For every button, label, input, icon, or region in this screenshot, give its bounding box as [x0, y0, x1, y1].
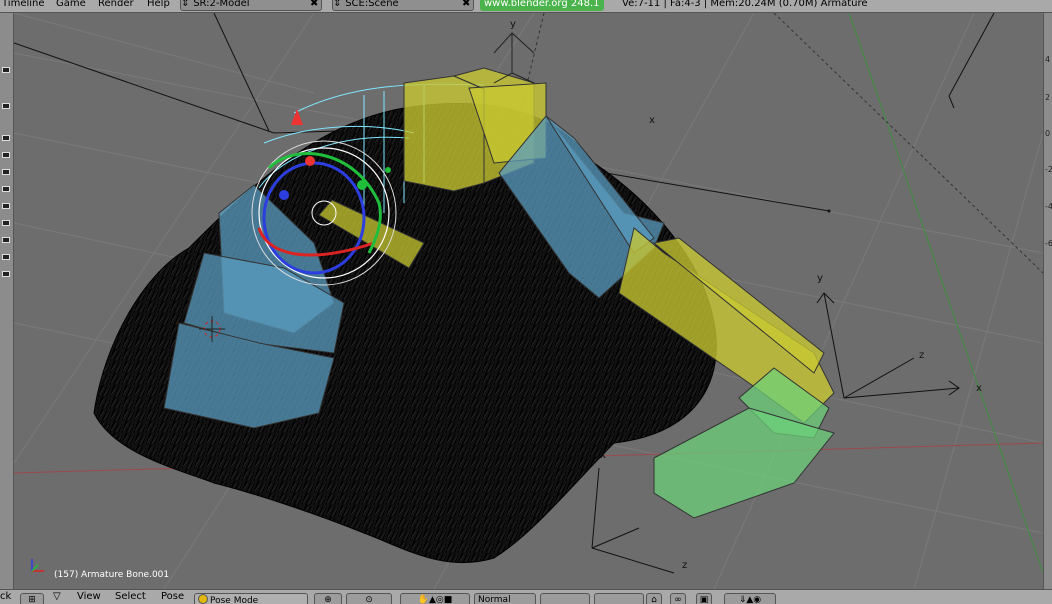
axis-label-z: z — [919, 350, 924, 361]
draw-type-button[interactable]: ⊕ — [314, 593, 342, 604]
mode-selector[interactable]: Pose Mode — [194, 593, 308, 604]
menu-help[interactable]: Help — [147, 0, 170, 11]
menu-select[interactable]: Select — [115, 590, 146, 604]
scene-dropdown-icon: ⇕ — [333, 0, 342, 9]
axis-widget-right — [816, 292, 960, 399]
menu-pose[interactable]: Pose — [161, 590, 184, 604]
image-icon[interactable] — [2, 67, 10, 73]
active-object-status: (157) Armature Bone.001 — [54, 570, 170, 580]
view-axis-indicator — [31, 559, 44, 572]
image-icon[interactable] — [2, 169, 10, 175]
screen-dropdown-icon: ⇕ — [181, 0, 190, 9]
image-icon[interactable] — [2, 220, 10, 226]
render-icon[interactable]: ▣ — [696, 593, 712, 604]
axis-label-y: y — [510, 19, 516, 30]
axis-label-y: y — [817, 273, 823, 284]
version-badge: www.blender.org 248.1 — [480, 0, 604, 11]
axis-label-x: x — [976, 383, 982, 394]
scene-delete-icon[interactable]: ✖ — [462, 0, 470, 11]
right-ruler: 4 2 0 -2 -4 -6 — [1043, 13, 1052, 589]
menu-view[interactable]: View — [77, 590, 101, 604]
image-icon[interactable] — [2, 203, 10, 209]
image-icon[interactable] — [2, 152, 10, 158]
image-icon[interactable] — [2, 237, 10, 243]
bottom-header: ck ⊞ ▽ View Select Pose Pose Mode ⊕ ⊙ ✋▲… — [0, 589, 1052, 604]
keyframe-buttons[interactable]: ⇓▲◉ — [724, 593, 776, 604]
link-icon[interactable]: ∞ — [670, 593, 686, 604]
menu-timeline[interactable]: Timeline — [2, 0, 45, 11]
screen-name: SR:2-Model — [193, 0, 250, 9]
left-tool-strip — [0, 13, 14, 589]
layer-buttons-1[interactable] — [540, 593, 590, 604]
image-icon[interactable] — [2, 271, 10, 277]
viewport-canvas: y y x z x z x — [14, 13, 1043, 589]
screen-delete-icon[interactable]: ✖ — [310, 0, 318, 11]
image-icon[interactable] — [2, 186, 10, 192]
cropped-label: ck — [0, 591, 12, 602]
image-icon[interactable] — [2, 254, 10, 260]
ruler-tick: -4 — [1045, 202, 1052, 211]
manipulator-buttons[interactable]: ✋▲◎■ — [400, 593, 470, 604]
stats-text: Ve:7-11 | Fa:4-3 | Mem:20.24M (0.70M) Ar… — [622, 0, 868, 9]
ruler-tick: -6 — [1045, 239, 1052, 248]
layer-buttons-2[interactable] — [594, 593, 644, 604]
orientation-selector[interactable]: Normal — [474, 593, 536, 604]
menu-render[interactable]: Render — [98, 0, 134, 11]
image-icon[interactable] — [2, 103, 10, 109]
axis-label-z: z — [682, 560, 687, 571]
menu-game[interactable]: Game — [56, 0, 86, 11]
image-icon[interactable] — [2, 135, 10, 141]
scene-selector[interactable]: ⇕ SCE:Scene — [332, 0, 474, 11]
ruler-tick: -2 — [1045, 165, 1052, 174]
top-header: Timeline Game Render Help ⇕ SR:2-Model ✖… — [0, 0, 1052, 13]
ruler-tick: 2 — [1045, 93, 1051, 102]
relationship-line — [773, 13, 1043, 274]
collapse-menu-icon[interactable]: ▽ — [53, 590, 61, 604]
lock-icon[interactable]: ⌂ — [646, 593, 662, 604]
axis-label-x: x — [649, 115, 655, 126]
ruler-tick: 4 — [1045, 55, 1051, 64]
editor-type-button[interactable]: ⊞ — [20, 593, 44, 604]
pivot-button[interactable]: ⊙ — [346, 593, 392, 604]
axis-label-x: x — [600, 450, 606, 461]
y-axis-line — [848, 13, 1043, 574]
scene-name: SCE:Scene — [345, 0, 399, 9]
screen-selector[interactable]: ⇕ SR:2-Model — [180, 0, 322, 11]
3d-viewport[interactable]: y y x z x z x (157) Armature Bone.001 — [14, 13, 1043, 589]
ruler-tick: 0 — [1045, 129, 1051, 138]
